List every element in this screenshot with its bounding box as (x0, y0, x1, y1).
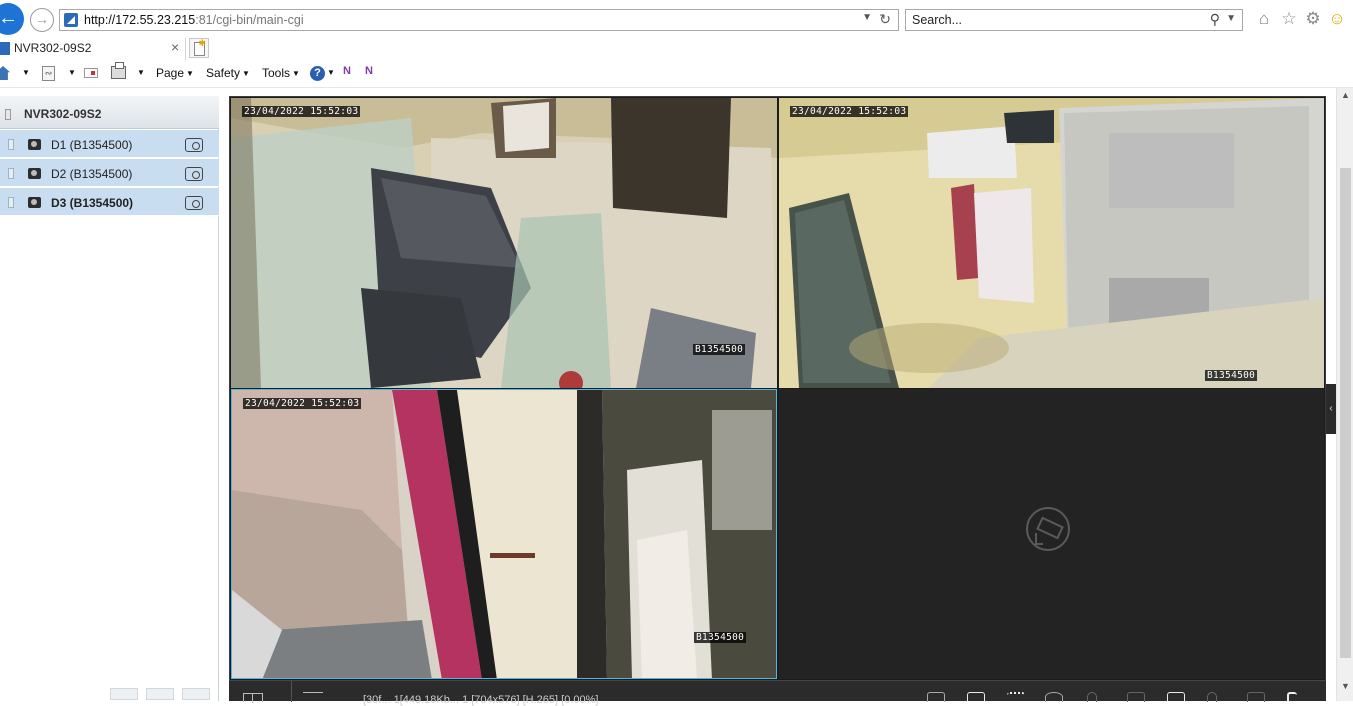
tools-menu[interactable]: Tools ▼ (262, 66, 300, 80)
window-mode-icon[interactable] (303, 692, 323, 701)
video-tile-d1[interactable]: 23/04/2022 15:52:03 B1354500 (231, 98, 777, 388)
tab-favicon-icon (0, 42, 10, 55)
safety-menu[interactable]: Safety ▼ (206, 66, 250, 80)
scroll-down-icon[interactable]: ▼ (1341, 681, 1350, 691)
command-bar: ▼ ∾ ▼ ▼ Page ▼ Safety ▼ Tools ▼ ? ▼ N N (0, 60, 1353, 88)
settings-gear-icon[interactable]: ⚙ (1302, 8, 1324, 30)
vertical-scrollbar[interactable]: ▲ ▼ (1336, 88, 1353, 701)
device-label: D1 (B1354500) (51, 138, 133, 152)
addon-n-alt-icon[interactable]: N (365, 65, 379, 81)
device-label: D2 (B1354500) (51, 167, 133, 181)
stream-status-text: [30f... 1[449.18Kb... 1 [704x576] [H.265… (363, 694, 599, 706)
video-tile-empty[interactable] (779, 389, 1324, 679)
video-tile-d3-selected[interactable]: 23/04/2022 15:52:03 B1354500 (231, 389, 777, 679)
timestamp-overlay: 23/04/2022 15:52:03 (242, 106, 361, 117)
record-icon[interactable] (185, 138, 203, 152)
toolbar-divider (291, 681, 292, 702)
nvr-device-icon (5, 109, 11, 120)
panel-footer-buttons (110, 688, 220, 700)
camera-label-overlay: B1354500 (1205, 370, 1258, 381)
tab-title: NVR302-09S2 (14, 41, 92, 55)
new-tab-button[interactable]: ✱ (189, 38, 209, 58)
camera-label-overlay: B1354500 (693, 344, 746, 355)
back-arrow-icon[interactable]: ← (0, 3, 24, 35)
camera-icon (28, 168, 41, 179)
search-dropdown-icon[interactable]: ▼ (1226, 13, 1236, 24)
camera-feed-image (779, 98, 1324, 388)
feedback-smiley-icon[interactable]: ☺ (1326, 8, 1348, 30)
panel-view-button[interactable] (110, 688, 138, 700)
tab-nvr[interactable]: NVR302-09S2 × (0, 38, 186, 60)
url-dropdown-icon[interactable]: ▼ (862, 12, 872, 23)
tab-strip: NVR302-09S2 × ✱ (0, 38, 1353, 60)
camera-icon (28, 139, 41, 150)
player-toolbar: [30f... 1[449.18Kb... 1 [704x576] [H.265… (229, 680, 1326, 706)
device-label: D3 (B1354500) (51, 196, 134, 210)
browser-address-row: ← → http://172.55.23.215:81/cgi-bin/main… (0, 0, 1353, 38)
search-icon[interactable]: ⚲ (1210, 11, 1220, 28)
refresh-icon[interactable]: ↻ (879, 11, 891, 28)
search-input[interactable] (906, 10, 1196, 30)
sparkle-icon: ✱ (198, 38, 206, 48)
timestamp-overlay: 23/04/2022 15:52:03 (790, 106, 909, 117)
print-icon[interactable] (111, 62, 126, 79)
site-favicon-icon (64, 13, 78, 27)
scrollbar-thumb[interactable] (1340, 168, 1351, 658)
home-page-icon[interactable] (0, 66, 10, 81)
home-icon[interactable]: ⌂ (1253, 8, 1275, 30)
read-mail-icon[interactable] (84, 68, 98, 78)
url-text[interactable]: http://172.55.23.215:81/cgi-bin/main-cgi (84, 13, 304, 27)
close-tab-icon[interactable]: × (171, 39, 179, 55)
video-grid: 23/04/2022 15:52:03 B1354500 23/04/2022 … (229, 96, 1326, 701)
addon-n-icon[interactable]: N (343, 65, 357, 81)
favorites-star-icon[interactable]: ☆ (1278, 8, 1300, 30)
record-icon[interactable] (185, 196, 203, 210)
chevron-down-icon: ▼ (242, 69, 250, 78)
home-dropdown-icon[interactable]: ▼ (22, 68, 30, 77)
scroll-up-icon[interactable]: ▲ (1341, 90, 1350, 100)
device-panel: NVR302-09S2 D1 (B1354500) D2 (B1354500) … (0, 96, 219, 701)
chevron-down-icon: ▼ (186, 69, 194, 78)
device-row-d3[interactable]: D3 (B1354500) (0, 188, 219, 216)
no-camera-icon (1026, 507, 1070, 551)
drag-handle-icon[interactable] (8, 197, 14, 208)
address-bar[interactable]: http://172.55.23.215:81/cgi-bin/main-cgi… (59, 9, 899, 31)
nvr-title: NVR302-09S2 (24, 107, 102, 121)
video-tile-d2[interactable]: 23/04/2022 15:52:03 B1354500 (779, 98, 1324, 388)
collapse-panel-chevron-left-icon[interactable]: ‹ (1326, 384, 1336, 434)
print-dropdown-icon[interactable]: ▼ (137, 68, 145, 77)
panel-next-button[interactable] (182, 688, 210, 700)
camera-label-overlay: B1354500 (694, 632, 747, 643)
record-icon[interactable] (185, 167, 203, 181)
feeds-dropdown-icon[interactable]: ▼ (68, 68, 76, 77)
device-row-d1[interactable]: D1 (B1354500) (0, 130, 219, 158)
help-dropdown-icon[interactable]: ▼ (327, 68, 335, 77)
drag-handle-icon[interactable] (8, 168, 14, 179)
feeds-icon[interactable]: ∾ (42, 66, 55, 81)
forward-arrow-icon[interactable]: → (30, 8, 54, 32)
drag-handle-icon[interactable] (8, 139, 14, 150)
page-menu[interactable]: Page ▼ (156, 66, 194, 80)
device-tree-root[interactable]: NVR302-09S2 (0, 96, 219, 129)
help-icon[interactable]: ? (310, 66, 325, 81)
device-row-d2[interactable]: D2 (B1354500) (0, 159, 219, 187)
panel-prev-button[interactable] (146, 688, 174, 700)
chevron-down-icon: ▼ (292, 69, 300, 78)
search-box[interactable]: ⚲ ▼ (905, 9, 1243, 31)
camera-icon (28, 197, 41, 208)
timestamp-overlay: 23/04/2022 15:52:03 (243, 398, 362, 409)
